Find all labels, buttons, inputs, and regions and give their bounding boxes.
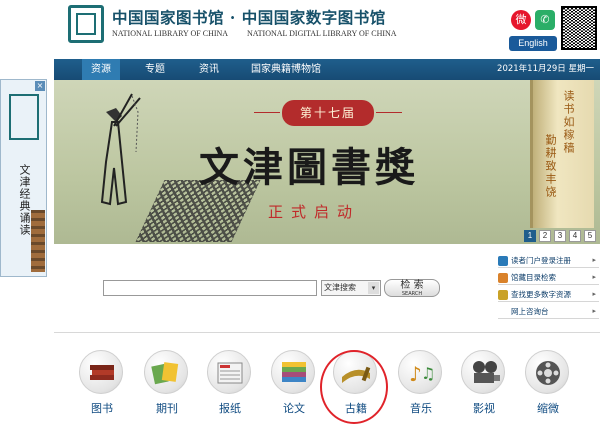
chevron-right-icon: ▸	[592, 256, 596, 264]
library-logo-icon[interactable]	[68, 5, 104, 43]
edition-badge: 第十七届	[254, 100, 402, 126]
books-icon	[79, 350, 123, 394]
category-label: 缩微	[537, 402, 559, 415]
seal-icon	[9, 94, 39, 140]
resources-icon	[498, 290, 508, 300]
category-label: 报纸	[219, 402, 241, 415]
wechat-icon[interactable]: ✆	[535, 10, 555, 30]
weibo-icon[interactable]: 微	[511, 10, 531, 30]
user-icon	[498, 256, 508, 266]
section-divider	[54, 332, 600, 333]
nav-item-museum[interactable]: 国家典籍博物馆	[251, 59, 321, 80]
catalog-search-link[interactable]: 馆藏目录检索 ▸	[498, 270, 599, 285]
chevron-right-icon: ▸	[592, 273, 596, 281]
category-label: 音乐	[410, 402, 432, 415]
search-button-sublabel: SEARCH	[401, 291, 423, 297]
side-link-label: 读者门户登录注册	[511, 256, 571, 265]
side-link-label: 馆藏目录检索	[511, 273, 556, 282]
category-film[interactable]: 影视	[461, 350, 507, 416]
float-panel-text: 文津经典诵读	[18, 164, 31, 236]
qr-code-icon	[561, 6, 597, 50]
highlight-ring	[320, 350, 388, 424]
pager-page-3[interactable]: 3	[554, 230, 566, 242]
svg-text:♫: ♫	[421, 364, 435, 383]
online-help-link[interactable]: 网上咨询台 ▸	[498, 304, 599, 319]
nav-item-resources[interactable]: 资源	[82, 59, 120, 80]
pager-page-5[interactable]: 5	[584, 230, 596, 242]
newspaper-icon	[207, 350, 251, 394]
category-music[interactable]: ♪ ♫ 音乐	[398, 350, 444, 416]
svg-text:♪: ♪	[409, 362, 422, 386]
search-scope-select[interactable]: 文津搜索 ▾	[321, 280, 381, 296]
close-icon[interactable]: ×	[35, 81, 45, 91]
site-header: 中国国家图书馆 · 中国国家数字图书馆 NATIONAL LIBRARY OF …	[0, 0, 600, 58]
category-microfilm[interactable]: 缩微	[525, 350, 571, 416]
banner-subtitle: 正式启动	[268, 203, 361, 221]
side-link-label: 查找更多数字资源	[511, 290, 571, 299]
nav-item-topics[interactable]: 专题	[145, 59, 165, 80]
main-nav: 资源 专题 资讯 国家典籍博物馆 2021年11月29日 星期一	[54, 59, 600, 80]
scholar-figure-illustration	[100, 93, 141, 206]
papers-icon	[271, 350, 315, 394]
category-label: 论文	[283, 402, 305, 415]
nav-item-news[interactable]: 资讯	[199, 59, 219, 80]
bookshelf-icon	[31, 210, 45, 272]
catalog-icon	[498, 273, 508, 283]
category-label: 影视	[473, 402, 495, 415]
book-text-1: 读书如稼穑	[562, 90, 575, 155]
category-journals[interactable]: 期刊	[144, 350, 190, 416]
current-date: 2021年11月29日 星期一	[497, 64, 594, 74]
site-name-english-2: NATIONAL DIGITAL LIBRARY OF CHINA	[247, 29, 397, 38]
reader-portal-link[interactable]: 读者门户登录注册 ▸	[498, 253, 599, 268]
chevron-right-icon: ▸	[592, 307, 596, 315]
book-illustration: 读书如稼穑 勤耕致丰饶	[530, 80, 594, 228]
site-name-english-1: NATIONAL LIBRARY OF CHINA	[112, 29, 229, 38]
wenjin-reading-float-panel[interactable]: × 文津经典诵读	[0, 79, 47, 277]
microfilm-icon	[525, 350, 569, 394]
category-papers[interactable]: 论文	[271, 350, 317, 416]
chevron-down-icon: ▾	[368, 282, 379, 294]
banner-pager: 1 2 3 4 5	[524, 230, 596, 242]
english-button[interactable]: English	[509, 36, 557, 51]
chevron-right-icon: ▸	[592, 290, 596, 298]
search-input[interactable]	[103, 280, 317, 296]
hero-banner[interactable]: 第十七届 文津圖書獎 正式启动 读书如稼穑 勤耕致丰饶 1 2 3 4 5	[54, 80, 600, 244]
help-icon	[498, 307, 508, 317]
book-text-2: 勤耕致丰饶	[544, 134, 557, 199]
search-button-label: 检 索	[400, 280, 424, 291]
pager-page-1[interactable]: 1	[524, 230, 536, 242]
journals-icon	[144, 350, 188, 394]
music-icon: ♪ ♫	[398, 350, 442, 394]
film-icon	[461, 350, 505, 394]
category-newspapers[interactable]: 报纸	[207, 350, 253, 416]
site-name-chinese[interactable]: 中国国家图书馆 · 中国国家数字图书馆	[112, 6, 386, 28]
search-button[interactable]: 检 索 SEARCH	[384, 279, 440, 297]
category-label: 期刊	[156, 402, 178, 415]
digital-resources-link[interactable]: 查找更多数字资源 ▸	[498, 287, 599, 302]
search-scope-value: 文津搜索	[324, 283, 356, 292]
pager-page-2[interactable]: 2	[539, 230, 551, 242]
banner-title: 文津圖書獎	[199, 144, 419, 191]
pager-page-4[interactable]: 4	[569, 230, 581, 242]
side-link-label: 网上咨询台	[511, 307, 549, 316]
category-label: 图书	[91, 402, 113, 415]
category-books[interactable]: 图书	[79, 350, 125, 416]
